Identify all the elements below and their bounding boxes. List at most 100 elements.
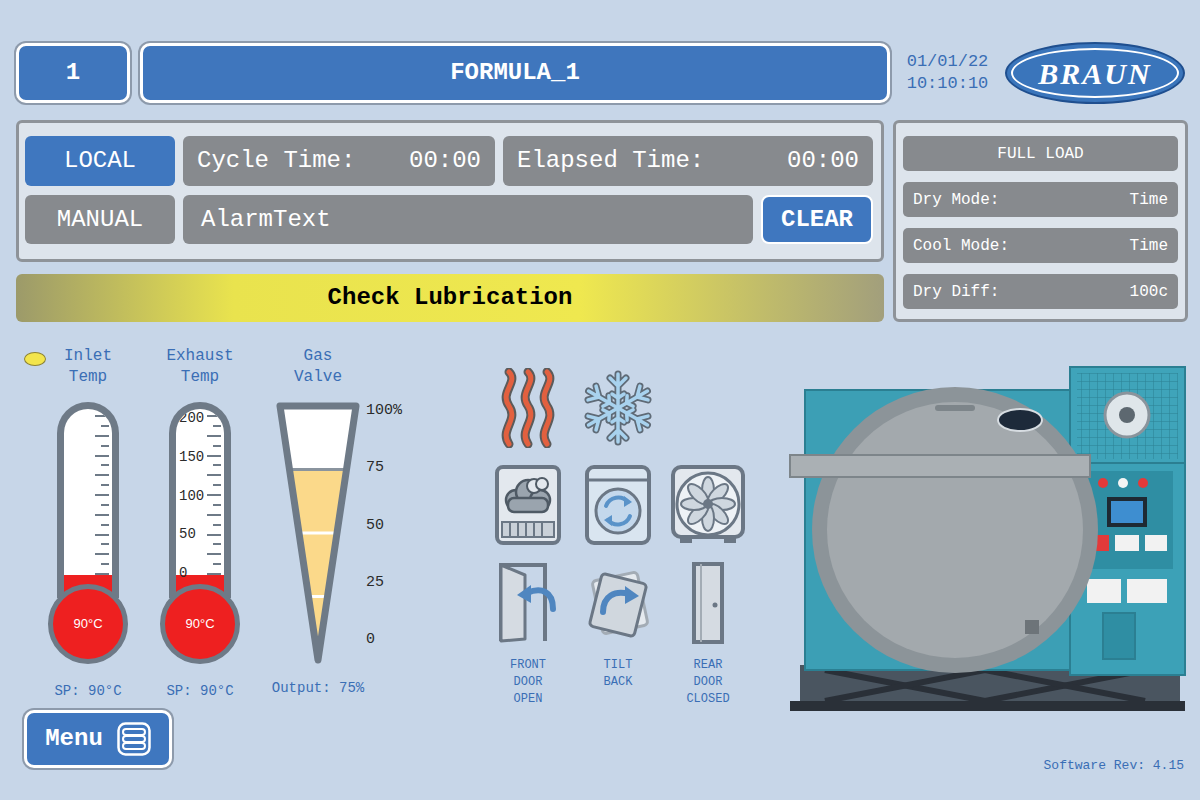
gauge-label: Gas Valve — [294, 346, 342, 394]
elapsed-time: Elapsed Time:00:00 — [503, 136, 873, 186]
gas-valve-cone — [276, 402, 360, 664]
scale-label: 0 — [179, 564, 204, 582]
setting-label: Cool Mode: — [913, 234, 1009, 258]
rear-door-icon — [691, 560, 725, 645]
gas-valve-output: Output: 75% — [272, 680, 364, 697]
temperature-reading: 90°C — [185, 614, 214, 634]
clear-label: CLEAR — [781, 202, 853, 238]
thermometer-gauge: Exhaust Temp20015010050090°CSP: 90°C — [144, 340, 256, 702]
mode-button[interactable]: LOCAL — [25, 136, 175, 186]
scale-tick — [207, 494, 221, 496]
scale-label: 75 — [366, 459, 402, 477]
scale-tick — [213, 445, 221, 447]
menu-label: Menu — [45, 721, 103, 757]
cycle-time-value: 00:00 — [409, 143, 481, 179]
scale-tick — [101, 563, 109, 565]
scale-tick — [207, 455, 221, 457]
load-setting-row: Dry Diff: 100c — [903, 274, 1178, 309]
temperature-reading: 90°C — [73, 614, 102, 634]
scale-label: 150 — [179, 448, 204, 466]
setting-value: Time — [1130, 188, 1168, 212]
scale-tick — [101, 445, 109, 447]
mode-label: MANUAL — [57, 202, 143, 238]
formula-name: FORMULA_1 — [450, 55, 580, 91]
thermometer-bulb: 90°C — [160, 584, 240, 664]
thermometer-gauge: Inlet Temp90°CSP: 90°C — [32, 340, 144, 702]
braun-logo: BRAUN — [1005, 42, 1185, 104]
door-status: REAR DOOR CLOSED — [686, 657, 729, 708]
setting-label: Dry Mode: — [913, 188, 999, 212]
scale-tick — [95, 553, 109, 555]
setpoint: SP: 90°C — [166, 683, 233, 699]
setting-value: 100c — [1130, 280, 1168, 304]
date-time: 01/01/2210:10:10 — [900, 51, 995, 95]
software-revision: Software Rev: 4.15 — [1044, 758, 1184, 773]
snowflake-icon — [573, 365, 663, 450]
setting-value: Time — [1130, 234, 1168, 258]
setting-label: Dry Diff: — [913, 280, 999, 304]
function-icons: FRONT DOOR OPEN TILT BACK REAR DOOR CLOSED — [483, 365, 753, 708]
gauge-label: Exhaust Temp — [166, 346, 233, 394]
scale-tick — [207, 514, 221, 516]
logo-text: BRAUN — [1038, 51, 1151, 96]
scale-tick — [95, 534, 109, 536]
scale-tick — [95, 494, 109, 496]
scale-tick — [101, 524, 109, 526]
scale-tick — [95, 455, 109, 457]
menu-button[interactable]: Menu — [24, 710, 172, 768]
scale-tick — [207, 474, 221, 476]
tilt-icon — [583, 560, 653, 645]
mode-label: LOCAL — [64, 143, 136, 179]
elapsed-time-label: Elapsed Time: — [517, 143, 704, 179]
scale-tick — [213, 563, 221, 565]
banner-text: Check Lubrication — [328, 280, 573, 316]
header-bar: 1 FORMULA_1 01/01/2210:10:10 BRAUN — [16, 42, 1184, 104]
gas-valve-gauge: Gas Valve100%7550250Output: 75% — [256, 340, 420, 697]
scale-tick — [101, 425, 109, 427]
mode-button[interactable]: MANUAL — [25, 195, 175, 244]
status-panel: LOCALCycle Time:00:00Elapsed Time:00:00M… — [16, 120, 884, 262]
alarm-text: AlarmText — [201, 202, 331, 238]
fan-icon — [663, 460, 753, 550]
scale-label: 100 — [179, 487, 204, 505]
scale-tick — [213, 543, 221, 545]
scale-tick — [207, 435, 221, 437]
scale-tick — [101, 484, 109, 486]
scale-tick — [213, 425, 221, 427]
door-status: TILT BACK — [604, 657, 633, 691]
scale-tick — [207, 553, 221, 555]
load-setting-row: Dry Mode: Time — [903, 182, 1178, 217]
heat-icon — [483, 365, 573, 450]
steam-icon — [483, 460, 573, 550]
gas-valve-fill — [290, 470, 347, 661]
scale-label: 0 — [366, 631, 402, 649]
formula-name-box[interactable]: FORMULA_1 — [140, 43, 890, 103]
menu-icon — [117, 722, 151, 756]
scale-tick — [207, 534, 221, 536]
scale-tick — [95, 573, 109, 575]
scale-label: 50 — [179, 525, 204, 543]
drum-rotation-icon — [573, 460, 663, 550]
dryer-photo — [785, 365, 1190, 720]
gauge-label: Inlet Temp — [64, 346, 112, 394]
formula-number: 1 — [66, 55, 80, 91]
scale-tick — [213, 504, 221, 506]
scale-label: 25 — [366, 574, 402, 592]
alarm-text-field: AlarmText — [183, 195, 753, 244]
cycle-time: Cycle Time:00:00 — [183, 136, 495, 186]
load-title-row: FULL LOAD — [903, 136, 1178, 171]
formula-number-box[interactable]: 1 — [16, 43, 130, 103]
thermometer-bulb: 90°C — [48, 584, 128, 664]
thermometer-tube — [57, 402, 119, 598]
thermometer-tube: 200150100500 — [169, 402, 231, 598]
scale-tick — [95, 435, 109, 437]
front-door-icon — [495, 560, 561, 645]
scale-tick — [213, 524, 221, 526]
scale-label: 100% — [366, 402, 402, 420]
door-status: FRONT DOOR OPEN — [510, 657, 546, 708]
indicator-light — [24, 352, 46, 366]
load-title: FULL LOAD — [997, 142, 1083, 166]
time: 10:10:10 — [907, 73, 989, 95]
scale-tick — [95, 514, 109, 516]
clear-button[interactable]: CLEAR — [761, 195, 873, 244]
